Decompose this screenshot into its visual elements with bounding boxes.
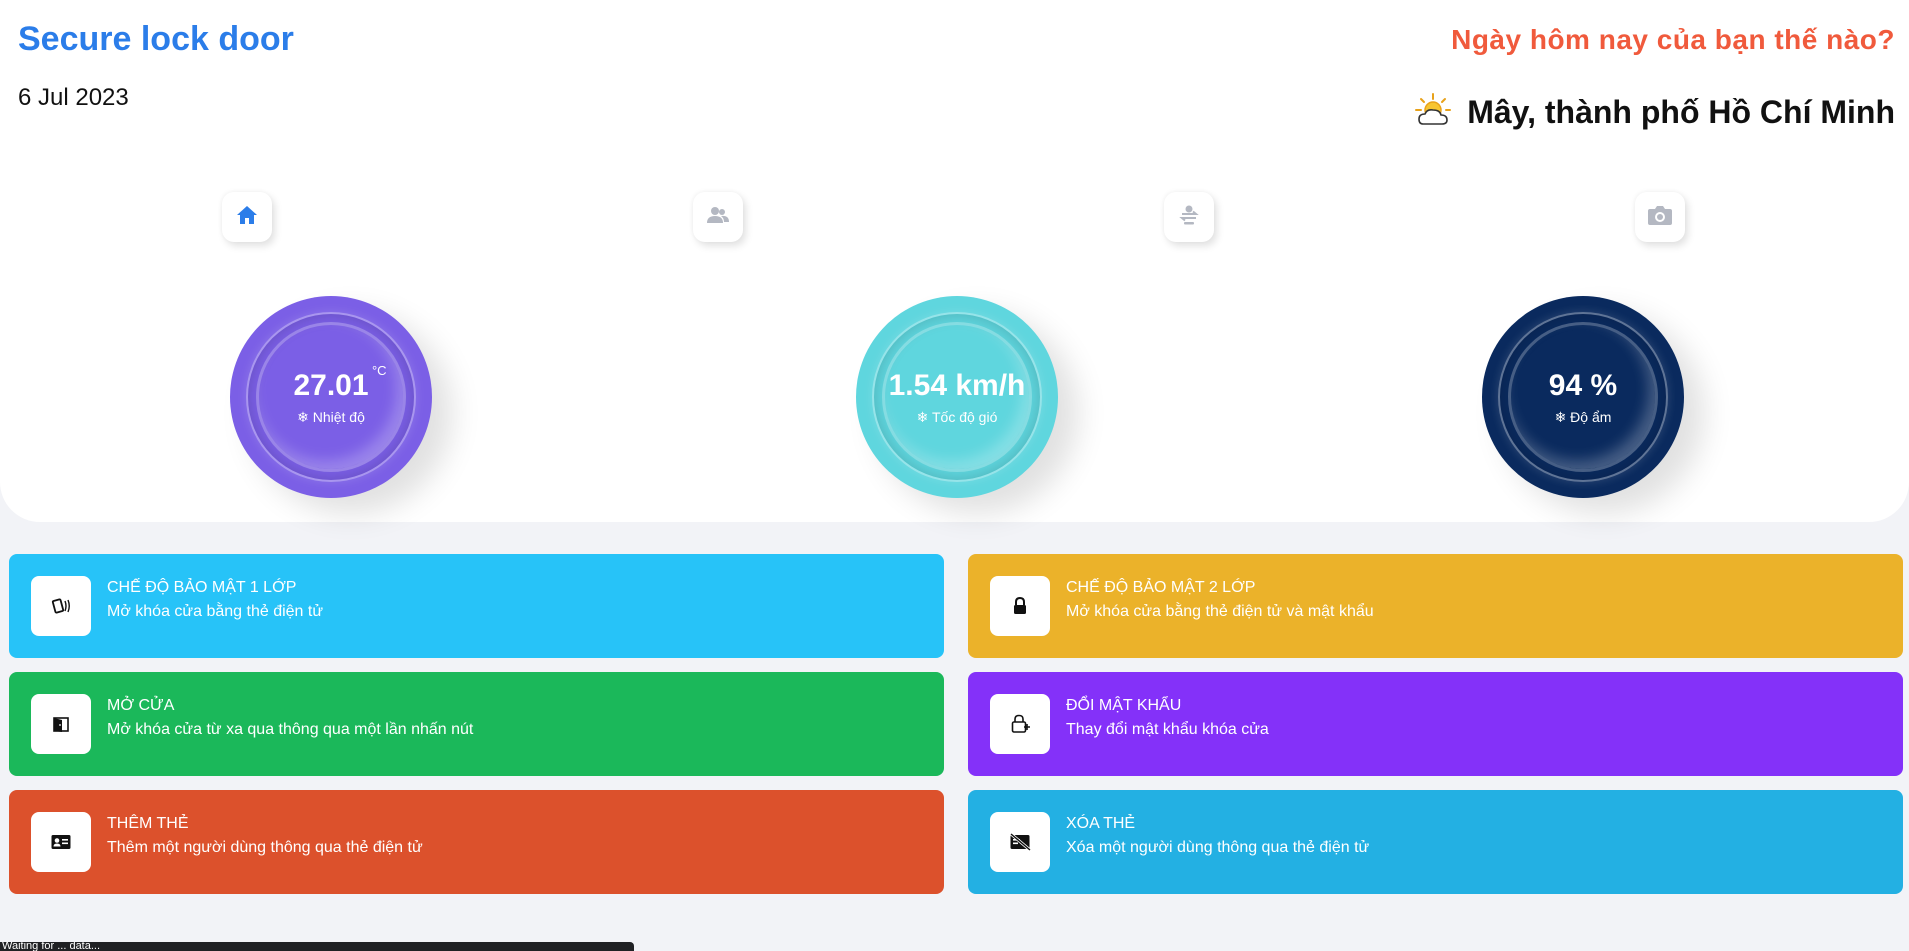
greeting-text: Ngày hôm nay của bạn thế nào? xyxy=(1451,24,1895,55)
card-off-icon xyxy=(990,812,1050,872)
lock-add-icon xyxy=(990,694,1050,754)
card-description: Mở khóa cửa bằng thẻ điện tử xyxy=(107,603,324,620)
card-title: Thêm thẻ xyxy=(107,815,189,832)
card-title: Xóa thẻ xyxy=(1066,815,1136,832)
card-description: Thay đổi mật khẩu khóa cửa xyxy=(1066,721,1269,738)
card-description: Mở khóa cửa từ xa qua thông qua một lần … xyxy=(107,721,474,738)
card-open-door[interactable]: Mở cửa Mở khóa cửa từ xa qua thông qua m… xyxy=(9,672,944,776)
nav-home-button[interactable] xyxy=(222,192,272,242)
nav-users-button[interactable] xyxy=(693,192,743,242)
app-title: Secure lock door xyxy=(18,20,294,58)
card-add-card[interactable]: Thêm thẻ Thêm một người dùng thông qua t… xyxy=(9,790,944,894)
wind-speed-value: 1.54 km/h xyxy=(888,368,1026,402)
home-icon xyxy=(236,205,258,230)
nfc-card-icon xyxy=(31,576,91,636)
card-title: Mở cửa xyxy=(107,697,175,714)
card-security-2-layer[interactable]: Chế độ bảo mật 2 lớp Mở khóa cửa bằng th… xyxy=(968,554,1903,658)
card-description: Mở khóa cửa bằng thẻ điện tử và mật khẩu xyxy=(1066,603,1374,620)
humidity-gauge: 94 % ❄ Độ ẩm xyxy=(1482,296,1684,498)
card-change-password[interactable]: Đổi mật khẩu Thay đổi mật khẩu khóa cửa xyxy=(968,672,1903,776)
card-description: Xóa một người dùng thông qua thẻ điện tử xyxy=(1066,839,1370,856)
user-swap-icon xyxy=(1178,205,1200,230)
card-security-1-layer[interactable]: Chế độ bảo mật 1 lớp Mở khóa cửa bằng th… xyxy=(9,554,944,658)
temperature-gauge: 27.01 °C ❄ Nhiệt độ xyxy=(230,296,432,498)
card-description: Thêm một người dùng thông qua thẻ điện t… xyxy=(107,839,423,856)
temperature-label: ❄ Nhiệt độ xyxy=(297,408,365,425)
nav-user-swap-button[interactable] xyxy=(1164,192,1214,242)
wind-speed-label: ❄ Tốc độ gió xyxy=(916,408,998,425)
weather-text: Mây, thành phố Hồ Chí Minh xyxy=(1467,94,1895,130)
card-title: Chế độ bảo mật 1 lớp xyxy=(107,579,297,596)
camera-icon xyxy=(1647,204,1673,231)
card-title: Đổi mật khẩu xyxy=(1066,697,1182,714)
temperature-unit: °C xyxy=(371,362,387,378)
nav-camera-button[interactable] xyxy=(1635,192,1685,242)
users-icon xyxy=(707,206,729,229)
card-title: Chế độ bảo mật 2 lớp xyxy=(1066,579,1256,596)
partly-cloudy-icon xyxy=(1413,92,1453,133)
weather-info: Mây, thành phố Hồ Chí Minh xyxy=(1413,92,1895,133)
browser-status-bar: Waiting for ... data... xyxy=(0,942,634,951)
temperature-value: 27.01 °C xyxy=(293,362,387,402)
wind-speed-gauge: 1.54 km/h ❄ Tốc độ gió xyxy=(856,296,1058,498)
humidity-label: ❄ Độ ẩm xyxy=(1554,408,1612,425)
humidity-value: 94 % xyxy=(1548,368,1618,402)
lock-icon xyxy=(990,576,1050,636)
door-open-icon xyxy=(31,694,91,754)
id-card-icon xyxy=(31,812,91,872)
top-panel: Secure lock door 6 Jul 2023 Ngày hôm nay… xyxy=(0,0,1909,522)
current-date: 6 Jul 2023 xyxy=(18,84,129,111)
card-remove-card[interactable]: Xóa thẻ Xóa một người dùng thông qua thẻ… xyxy=(968,790,1903,894)
